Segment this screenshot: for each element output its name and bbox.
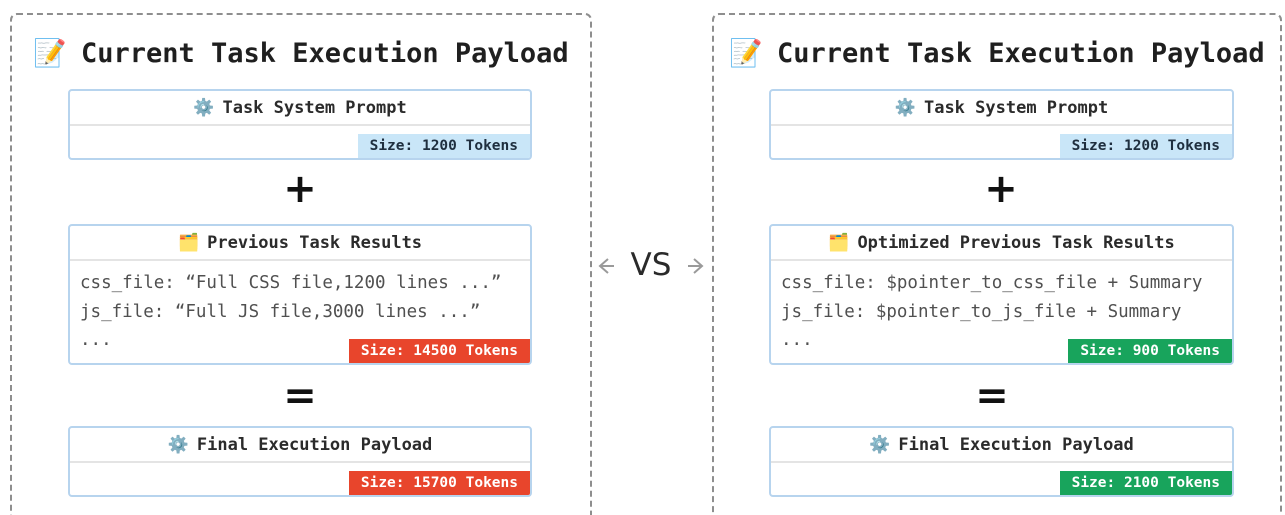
system-prompt-header: ⚙️ Task System Prompt [70,91,530,126]
previous-results-label: Previous Task Results [207,233,423,253]
token-size-badge: Size: 15700 Tokens [348,471,530,495]
plus-operator: + [283,166,317,212]
system-prompt-header: ⚙️ Task System Prompt [771,91,1232,126]
gear-icon: ⚙️ [894,98,916,118]
optimized-results-box: 🗂️ Optimized Previous Task Results css_fi… [769,224,1234,365]
memo-icon: 📝 [33,38,67,69]
final-payload-header: ⚙️ Final Execution Payload [70,428,530,463]
vs-divider: VS [590,245,712,287]
panel-title-text: Current Task Execution Payload [80,38,569,69]
final-payload-label: Final Execution Payload [196,435,433,455]
folder-icon: 🗂️ [177,233,200,253]
folder-icon: 🗂️ [828,233,850,253]
gear-icon: ⚙️ [193,98,215,118]
optimized-results-label: Optimized Previous Task Results [857,233,1175,253]
equals-operator: = [283,373,317,419]
previous-results-box: 🗂️ Previous Task Results css_file: “Full … [68,224,532,365]
final-payload-label: Final Execution Payload [898,435,1134,455]
gear-icon: ⚙️ [869,435,891,455]
previous-results-header: 🗂️ Previous Task Results [70,226,530,261]
system-prompt-label: Task System Prompt [222,98,407,118]
panel-title: 📝 Current Task Execution Payload [12,37,590,69]
optimized-results-header: 🗂️ Optimized Previous Task Results [771,226,1232,261]
arrow-right-icon [688,258,704,274]
memo-icon: 📝 [729,38,763,69]
system-prompt-label: Task System Prompt [923,98,1109,118]
final-payload-box: ⚙️ Final Execution Payload Size: 2100 Tok… [769,426,1234,497]
css-file-line: css_file: $pointer_to_css_file + Summary [781,273,1203,293]
final-payload-box: ⚙️ Final Execution Payload Size: 15700 To… [68,426,532,497]
token-size-badge: Size: 14500 Tokens [348,339,530,363]
system-prompt-box: ⚙️ Task System Prompt Size: 1200 Tokens [769,89,1234,160]
js-file-line: js_file: $pointer_to_js_file + Summary [781,301,1182,322]
system-prompt-box: ⚙️ Task System Prompt Size: 1200 Tokens [68,89,532,160]
gear-icon: ⚙️ [167,435,189,455]
css-file-line: css_file: “Full CSS file,1200 lines ...” [80,273,502,293]
token-size-badge: Size: 900 Tokens [1068,339,1232,363]
token-size-badge: Size: 1200 Tokens [1059,134,1232,158]
js-file-line: js_file: “Full JS file,3000 lines ...” [80,301,481,322]
equals-operator: = [975,373,1009,419]
panel-title-text: Current Task Execution Payload [776,38,1265,69]
panel-title: 📝 Current Task Execution Payload [714,37,1280,69]
plus-operator: + [984,166,1018,212]
final-payload-header: ⚙️ Final Execution Payload [771,428,1232,463]
token-size-badge: Size: 1200 Tokens [357,134,530,158]
token-size-badge: Size: 2100 Tokens [1059,471,1232,495]
